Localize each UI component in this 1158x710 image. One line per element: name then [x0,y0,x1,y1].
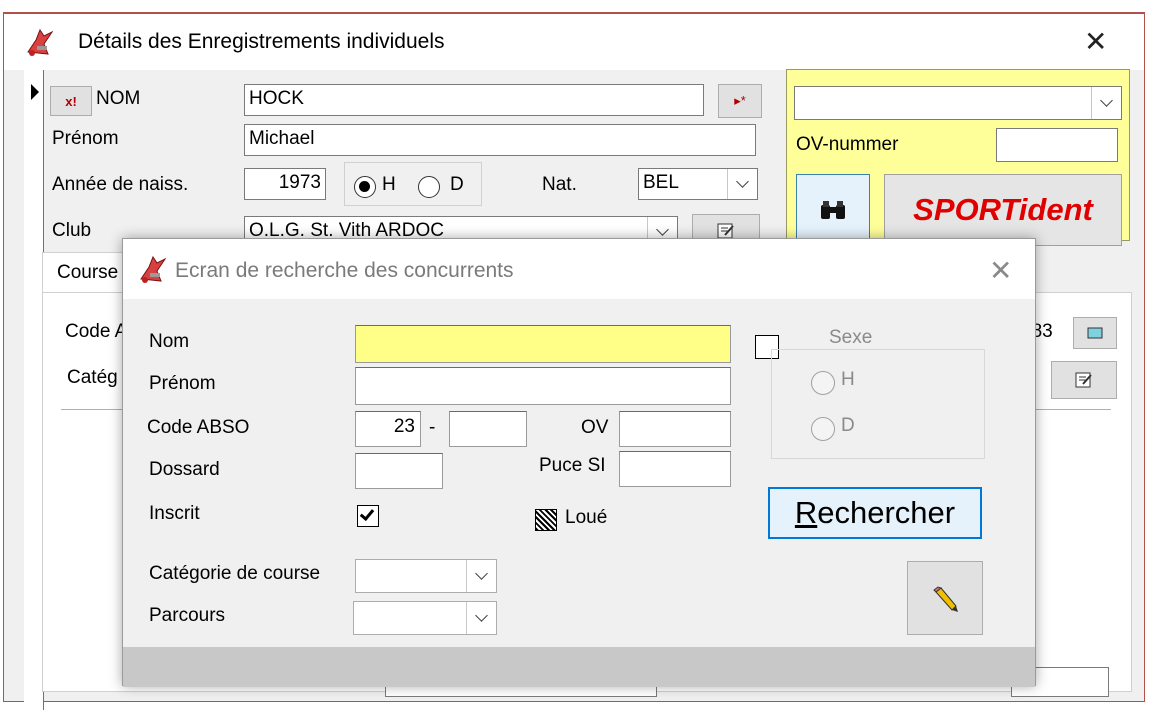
close-icon[interactable]: ✕ [1084,28,1107,56]
ov-nummer-field[interactable] [996,128,1118,162]
dlg-ov-field[interactable] [619,411,731,447]
dlg-code-abso-field[interactable]: 23 [355,411,421,447]
rechercher-label: echercher [817,495,956,530]
dlg-sexe-d-radio[interactable] [811,417,835,441]
nat-label: Nat. [542,174,577,195]
categ-edit-button[interactable] [1051,361,1117,399]
checkmark-icon [359,505,375,522]
close-icon[interactable]: ✕ [989,257,1012,285]
chevron-down-icon[interactable] [466,560,496,592]
goto-record-button[interactable]: ▸* [718,84,762,118]
nom-label: NOM [96,88,141,109]
app-icon [27,28,54,56]
search-dialog: Ecran de recherche des concurrents ✕ Nom… [122,238,1036,687]
edit-button[interactable] [907,561,983,635]
dlg-code-abso-field2[interactable] [449,411,527,447]
goto-icon: ▸* [734,93,746,108]
delete-record-button[interactable]: x! [50,86,92,116]
chevron-down-icon[interactable] [1091,87,1121,119]
categ-label: Catég [67,367,118,388]
record-pointer-icon [31,84,39,100]
app-icon [140,255,167,283]
sex-h-label: H [382,174,396,195]
dlg-inscrit-label: Inscrit [149,503,200,524]
dlg-dossard-label: Dossard [149,459,220,480]
dlg-puce-field[interactable] [619,451,731,487]
dialog-titlebar: Ecran de recherche des concurrents ✕ [123,239,1035,299]
dlg-loue-label: Loué [565,507,608,528]
annee-field[interactable]: 1973 [244,168,326,200]
nat-combo[interactable]: BEL [638,168,758,200]
delete-icon: x! [65,93,77,109]
dlg-prenom-label: Prénom [149,373,216,394]
ov-nummer-label: OV-nummer [796,134,899,155]
prenom-label: Prénom [52,128,119,149]
sex-h-radio[interactable] [354,176,376,198]
chevron-down-icon[interactable] [727,169,757,199]
prenom-field[interactable]: Michael [244,124,756,156]
pencil-icon [933,586,958,612]
tab-course-label: Course [57,262,119,283]
main-titlebar: Détails des Enregistrements individuels … [4,14,1144,70]
screen-button[interactable] [1073,317,1117,349]
sex-d-label: D [450,174,464,195]
dlg-puce-label: Puce SI [539,455,606,476]
dlg-prenom-field[interactable] [355,367,731,405]
dlg-categorie-label: Catégorie de course [149,563,321,584]
dlg-sexe-h-radio[interactable] [811,371,835,395]
rechercher-accesskey: R [794,495,818,530]
dlg-nom-label: Nom [149,331,190,352]
dlg-dossard-field[interactable] [355,453,443,489]
edit-icon [717,223,734,239]
dlg-inscrit-checkbox[interactable] [357,505,379,527]
dlg-sexe-d-label: D [841,415,855,436]
binoculars-icon [821,201,845,219]
dlg-code-abso-label: Code ABSO [147,417,250,438]
tab-course[interactable]: Course [42,252,132,294]
binoculars-button[interactable] [796,174,870,246]
edit-icon [1075,372,1092,388]
club-label: Club [52,220,92,241]
dialog-footer [123,647,1035,687]
dlg-ov-label: OV [581,417,609,438]
dlg-loue-checkbox[interactable] [535,509,557,531]
nom-field[interactable]: HOCK [244,84,704,116]
nat-value: BEL [643,172,679,193]
dialog-title: Ecran de recherche des concurrents [175,259,514,282]
sportident-button[interactable]: SPORTident [884,174,1122,246]
si-combo[interactable] [794,86,1122,120]
dlg-parcours-combo[interactable] [353,601,497,635]
annee-label: Année de naiss. [52,174,189,195]
code-a-label: Code A [65,321,128,342]
main-window-title: Détails des Enregistrements individuels [78,30,445,53]
dlg-sexe-group [771,349,985,459]
dlg-categorie-combo[interactable] [355,559,497,593]
record-selector[interactable] [24,70,44,710]
dlg-parcours-label: Parcours [149,605,226,626]
dlg-nom-field[interactable] [355,325,731,363]
rechercher-button[interactable]: Rechercher [768,487,982,539]
dlg-sexe-h-label: H [841,369,855,390]
chevron-down-icon[interactable] [466,602,496,634]
screen-icon [1087,327,1103,339]
dlg-sexe-label: Sexe [811,327,891,349]
dlg-code-abso-separator: - [429,417,436,438]
sex-d-radio[interactable] [418,176,440,198]
